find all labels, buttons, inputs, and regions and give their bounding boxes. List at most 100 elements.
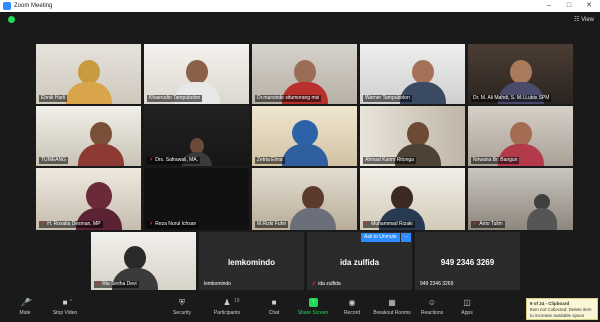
muted-mic-icon: ✗ <box>41 221 46 227</box>
muted-mic-icon: ✗ <box>312 281 317 287</box>
participant-display-name: lemkomindo <box>227 258 276 267</box>
video-tile[interactable]: ✗ Anto Tulim <box>468 168 573 230</box>
clipboard-notification[interactable]: 9 of 24 - Clipboard Item not Collected: … <box>526 298 598 320</box>
participants-label: Participants <box>213 310 241 316</box>
people-icon: ♟ <box>223 298 231 307</box>
participant-name: M.Rizki Fuhri <box>255 221 289 228</box>
muted-mic-icon: ✗ <box>149 221 154 227</box>
participant-figure <box>281 120 328 166</box>
muted-mic-icon: ✗ <box>365 221 370 227</box>
security-label: Security <box>172 310 192 316</box>
maximize-icon[interactable]: □ <box>560 0 578 12</box>
participant-name: Ahmad Karim Ritonga <box>363 157 416 164</box>
clipboard-line2: to increase available space <box>530 313 585 318</box>
video-tile[interactable]: ✗ Ria Sintha Devi <box>91 232 196 290</box>
reactions-label: Reactions <box>420 310 444 316</box>
window-title: Zoom Meeting <box>14 3 53 9</box>
participant-figure <box>526 194 557 230</box>
video-tile[interactable]: TUMEANG <box>36 106 141 166</box>
video-tile[interactable]: ✗ Reza Nurul Ichsan <box>144 168 249 230</box>
clipboard-line1: Item not Collected: Delete item <box>530 307 592 312</box>
view-button[interactable]: ☷ View <box>574 16 594 23</box>
chevron-up-icon[interactable]: ^ <box>70 299 72 305</box>
clipboard-title: 9 of 24 - Clipboard <box>530 301 570 306</box>
apps-label: Apps <box>461 310 473 316</box>
close-icon[interactable]: ✕ <box>580 0 598 12</box>
smiley-icon: ☺ <box>427 298 437 307</box>
video-tile[interactable]: Ehnik Harli <box>36 44 141 104</box>
participant-name: Zetria Elma <box>255 157 285 164</box>
participant-name: Ehnik Harli <box>39 95 68 102</box>
muted-mic-icon: ✗ <box>149 157 154 163</box>
video-camera-icon: ■ <box>62 298 68 307</box>
participant-name: ✗ Drs. Safrawali, MA. <box>147 157 200 164</box>
participant-display-name: 949 2346 3269 <box>440 258 495 267</box>
video-tile[interactable]: ✗ Muhammad Rizaki <box>360 168 465 230</box>
participant-figure <box>289 186 336 230</box>
record-label: Record <box>343 310 361 316</box>
chat-label: Chat <box>268 310 280 316</box>
view-label: View <box>581 17 594 23</box>
video-tile-active-speaker[interactable]: ✗ H. Rosalia Desman, MP <box>36 168 141 230</box>
microphone-icon: 🎤 <box>20 298 31 307</box>
muted-mic-icon: ✗ <box>96 281 101 287</box>
meeting-top-bar <box>0 12 600 30</box>
participant-name: lemkomindo <box>204 281 231 287</box>
participant-name: TUMEANG <box>39 157 68 164</box>
apps-icon: ◫ <box>463 298 471 307</box>
video-tile[interactable]: Nirwana Br. Bangun <box>468 106 573 166</box>
participants-button[interactable]: ♟ Participants 19 <box>210 298 244 316</box>
participant-name: Khaerudin Tampubolon <box>147 95 203 102</box>
video-tile[interactable]: Dr. M. Ali Mahdi, S. M.I.Lubis SPM <box>468 44 573 104</box>
participant-name: ✗ Anto Tulim <box>471 221 505 228</box>
participants-count: 19 <box>234 298 240 304</box>
stop-video-button[interactable]: ■ Stop Video ^ <box>48 298 82 316</box>
more-options-icon[interactable]: ⋯ <box>401 233 411 242</box>
video-tile-no-video[interactable]: 949 2346 3269 949 2346 3269 <box>415 232 520 290</box>
security-shield-icon[interactable] <box>8 16 15 23</box>
chevron-up-icon[interactable]: ^ <box>30 299 32 305</box>
minimize-icon[interactable]: – <box>540 0 558 12</box>
reactions-button[interactable]: ☺ Reactions <box>415 298 449 316</box>
participant-name: ✗ ida zulfida <box>312 281 341 287</box>
video-tile[interactable]: Ahmad Karim Ritonga <box>360 106 465 166</box>
breakout-rooms-icon: ▦ <box>388 298 396 307</box>
participant-name: Nirwana Br. Bangun <box>471 157 520 164</box>
title-bar: Zoom Meeting – □ ✕ <box>0 0 600 12</box>
video-tile[interactable]: Khaerudin Tampubolon <box>144 44 249 104</box>
record-button[interactable]: ◉ Record <box>335 298 369 316</box>
participant-name: ✗ Ria Sintha Devi <box>94 281 139 288</box>
video-tile[interactable]: Dr.marsinde situmorang msi <box>252 44 357 104</box>
video-tile[interactable]: Warner Tampubolon <box>360 44 465 104</box>
share-screen-label: Share Screen <box>297 310 329 316</box>
video-tile[interactable]: M.Rizki Fuhri <box>252 168 357 230</box>
participant-name: ✗ Reza Nurul Ichsan <box>147 221 199 228</box>
participant-name: Dr.marsinde situmorang msi <box>255 95 322 102</box>
mute-label: Mute <box>19 310 31 316</box>
breakout-rooms-label: Breakout Rooms <box>373 310 411 316</box>
share-screen-button[interactable]: ↑ Share Screen <box>296 298 330 316</box>
zoom-logo-icon <box>3 2 11 10</box>
participant-name: Warner Tampubolon <box>363 95 412 102</box>
participant-figure <box>65 60 112 104</box>
stop-video-label: Stop Video <box>52 310 78 316</box>
shield-icon: ⛨ <box>179 298 185 307</box>
muted-mic-icon: ✗ <box>473 221 478 227</box>
participant-display-name: ida zulfida <box>339 258 380 267</box>
chat-bubble-icon: ■ <box>271 298 277 307</box>
breakout-rooms-button[interactable]: ▦ Breakout Rooms <box>371 298 413 316</box>
participant-name: ✗ Muhammad Rizaki <box>363 221 415 228</box>
participant-name: Dr. M. Ali Mahdi, S. M.I.Lubis SPM <box>471 95 552 102</box>
participant-name: ✗ H. Rosalia Desman, MP <box>39 221 103 228</box>
mute-button[interactable]: 🎤 Mute ^ <box>8 298 42 316</box>
participant-figure <box>78 122 125 166</box>
video-tile[interactable]: Zetria Elma <box>252 106 357 166</box>
apps-button[interactable]: ◫ Apps <box>450 298 484 316</box>
video-tile-no-video[interactable]: lemkomindo lemkomindo <box>199 232 304 290</box>
ask-to-unmute-button[interactable]: Ask to Unmute <box>361 233 400 242</box>
participant-name: 949 2346 3269 <box>420 281 454 287</box>
chat-button[interactable]: ■ Chat <box>257 298 291 316</box>
share-screen-icon: ↑ <box>308 298 318 307</box>
security-button[interactable]: ⛨ Security <box>165 298 199 316</box>
video-tile[interactable]: ✗ Drs. Safrawali, MA. <box>144 106 249 166</box>
